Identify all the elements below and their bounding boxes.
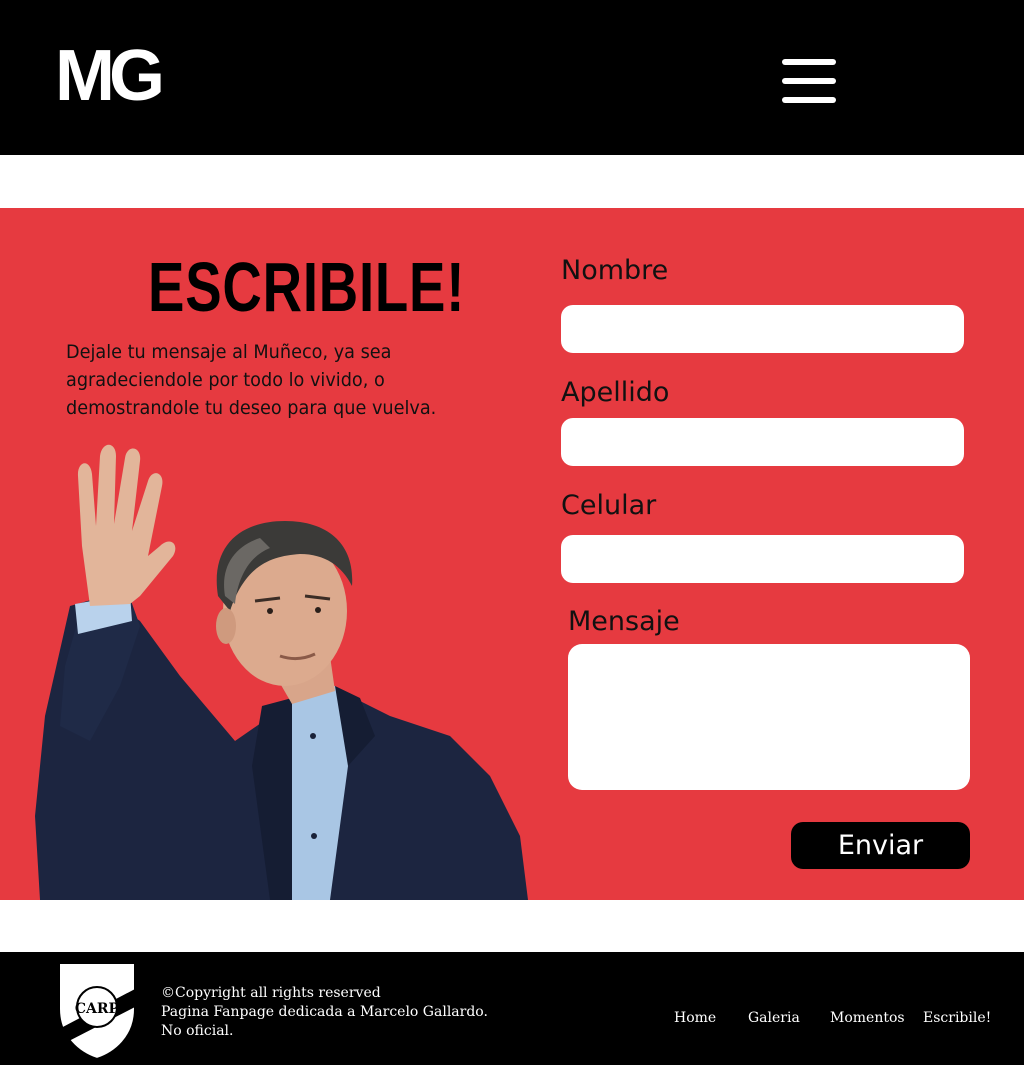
contact-section: ESCRIBILE! Dejale tu mensaje al Muñeco, … [0, 208, 1024, 900]
hamburger-bar [782, 59, 836, 65]
apellido-input[interactable] [561, 418, 964, 466]
footer-text: ©Copyright all rights reserved Pagina Fa… [161, 984, 488, 1041]
hamburger-bar [782, 97, 836, 103]
gallardo-waving-photo [35, 444, 528, 900]
footer-nav-momentos[interactable]: Momentos [830, 1010, 905, 1026]
celular-input[interactable] [561, 535, 964, 583]
nombre-label: Nombre [561, 255, 669, 286]
footer-nav-escribile[interactable]: Escribile! [923, 1010, 991, 1026]
hamburger-bar [782, 78, 836, 84]
hamburger-menu-icon[interactable] [782, 59, 836, 107]
river-plate-crest-icon: CARP [58, 962, 136, 1061]
enviar-button[interactable]: Enviar [791, 822, 970, 869]
unofficial-note: No oficial. [161, 1023, 234, 1039]
intro-text: Dejale tu mensaje al Muñeco, ya sea agra… [66, 341, 437, 419]
celular-label: Celular [561, 490, 657, 521]
site-header: MG [0, 0, 1024, 155]
crest-text: CARP [75, 1001, 120, 1017]
mensaje-label: Mensaje [568, 606, 680, 637]
apellido-label: Apellido [561, 377, 670, 408]
copyright-text: ©Copyright all rights reserved [161, 985, 381, 1001]
fanpage-description: Pagina Fanpage dedicada a Marcelo Gallar… [161, 1004, 488, 1020]
footer-nav-home[interactable]: Home [674, 1010, 716, 1026]
footer-nav-galeria[interactable]: Galeria [748, 1010, 800, 1026]
mensaje-textarea[interactable] [568, 644, 970, 790]
site-footer: CARP ©Copyright all rights reserved Pagi… [0, 952, 1024, 1065]
section-title: ESCRIBILE! [148, 248, 466, 326]
site-logo[interactable]: MG [55, 40, 165, 112]
nombre-input[interactable] [561, 305, 964, 353]
